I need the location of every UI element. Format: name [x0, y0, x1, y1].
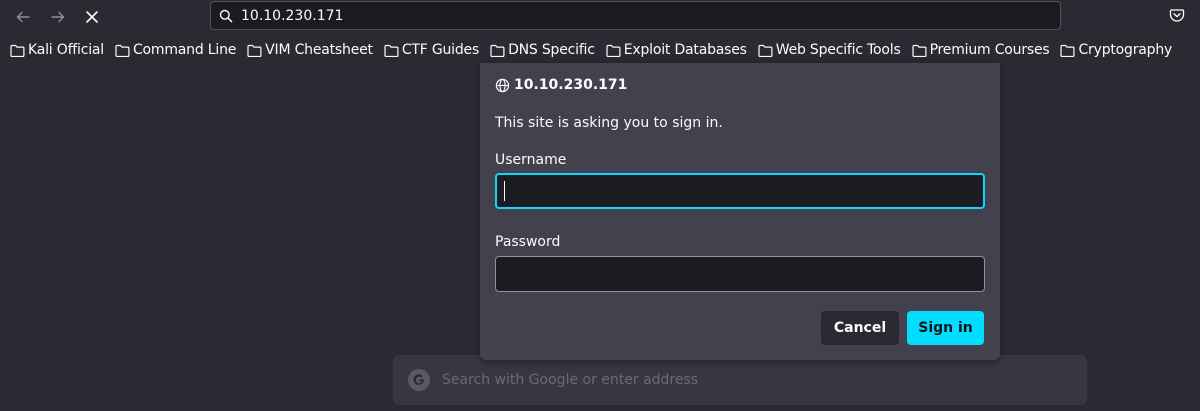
- url-text[interactable]: 10.10.230.171: [241, 8, 343, 24]
- text-caret: [504, 181, 505, 201]
- bookmark-item[interactable]: Cryptography: [1060, 42, 1172, 58]
- navigation-toolbar: 10.10.230.171: [0, 0, 1200, 34]
- bookmark-label: Kali Official: [28, 42, 104, 58]
- bookmark-label: Web Specific Tools: [775, 42, 901, 58]
- newtab-search-box[interactable]: Search with Google or enter address: [393, 355, 1087, 405]
- bookmark-item[interactable]: Kali Official: [10, 42, 104, 58]
- newtab-search-placeholder: Search with Google or enter address: [442, 372, 699, 388]
- bookmark-label: DNS Specific: [508, 42, 595, 58]
- sign-in-button[interactable]: Sign in: [907, 311, 984, 345]
- globe-icon: [495, 78, 510, 93]
- pocket-icon: [1169, 9, 1185, 22]
- google-icon: [408, 369, 430, 391]
- folder-icon: [1060, 44, 1075, 57]
- bookmark-label: CTF Guides: [401, 42, 480, 58]
- bookmark-item[interactable]: Command Line: [115, 42, 236, 58]
- bookmark-item[interactable]: Exploit Databases: [606, 42, 747, 58]
- search-icon: [219, 9, 233, 23]
- folder-icon: [384, 44, 399, 57]
- username-field[interactable]: [495, 173, 985, 209]
- back-arrow-icon: [16, 11, 30, 23]
- bookmark-label: VIM Cheatsheet: [265, 42, 373, 58]
- forward-arrow-icon: [51, 11, 65, 23]
- sign-in-dialog: 10.10.230.171 This site is asking you to…: [480, 63, 1000, 360]
- cancel-button[interactable]: Cancel: [821, 311, 899, 345]
- folder-icon: [247, 44, 262, 57]
- bookmark-label: Command Line: [132, 42, 237, 58]
- folder-icon: [10, 44, 25, 57]
- back-button[interactable]: [11, 5, 35, 29]
- password-field[interactable]: [495, 256, 985, 292]
- bookmark-item[interactable]: VIM Cheatsheet: [247, 42, 373, 58]
- forward-button[interactable]: [46, 5, 70, 29]
- bookmark-item[interactable]: Premium Courses: [911, 42, 1050, 58]
- bookmarks-toolbar: Kali Official Command Line VIM Cheatsheet C…: [0, 34, 1200, 66]
- folder-icon: [911, 44, 927, 57]
- dialog-message: This site is asking you to sign in.: [495, 115, 723, 131]
- dialog-header: 10.10.230.171: [495, 77, 627, 93]
- stop-button[interactable]: [80, 5, 104, 29]
- bookmark-label: Premium Courses: [929, 42, 1050, 58]
- username-label: Username: [495, 152, 567, 168]
- address-bar[interactable]: 10.10.230.171: [210, 1, 1061, 30]
- dialog-host: 10.10.230.171: [514, 77, 628, 93]
- password-label: Password: [495, 234, 561, 250]
- bookmark-item[interactable]: Web Specific Tools: [758, 42, 901, 58]
- folder-icon: [606, 44, 621, 57]
- folder-icon: [758, 44, 773, 57]
- folder-icon: [115, 44, 130, 57]
- pocket-button[interactable]: [1169, 7, 1185, 27]
- bookmark-label: Exploit Databases: [623, 42, 747, 58]
- bookmark-item[interactable]: DNS Specific: [490, 42, 595, 58]
- bookmark-item[interactable]: CTF Guides: [384, 42, 479, 58]
- folder-icon: [490, 44, 505, 57]
- close-icon: [86, 11, 98, 23]
- bookmark-label: Cryptography: [1078, 42, 1173, 58]
